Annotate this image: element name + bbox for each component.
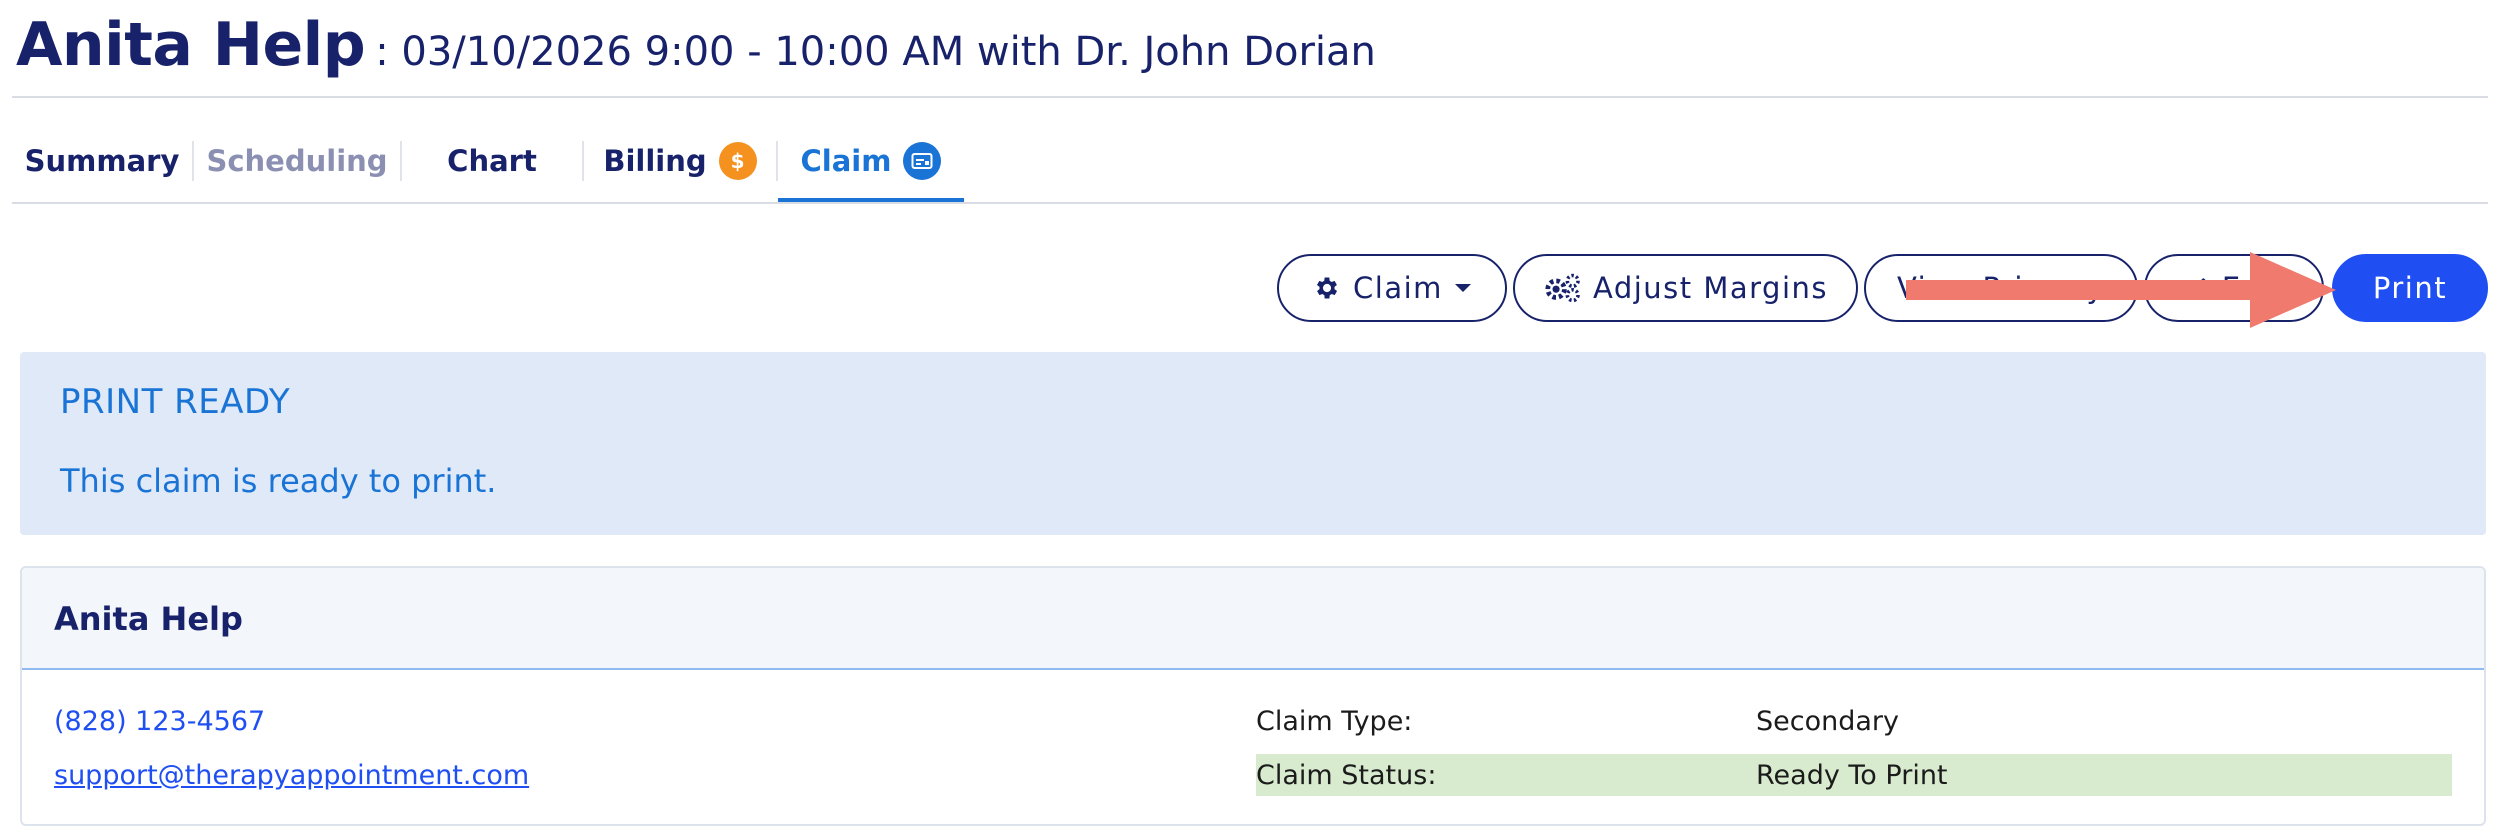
- patient-card-header: Anita Help: [22, 568, 2484, 670]
- page-header: Anita Help: 03/10/2026 9:00 - 10:00 AM w…: [16, 10, 1376, 80]
- claim-status-value: Ready To Print: [1756, 760, 1948, 791]
- appointment-info: : 03/10/2026 9:00 - 10:00 AM with Dr. Jo…: [375, 29, 1376, 75]
- tab-summary-label: Summary: [24, 144, 180, 178]
- patient-phone-link[interactable]: (828) 123-4567: [54, 706, 265, 737]
- tab-scheduling-label: Scheduling: [206, 144, 388, 178]
- print-button[interactable]: Print: [2332, 254, 2488, 322]
- tab-chart[interactable]: Chart: [402, 120, 582, 202]
- tab-claim-label: Claim: [800, 144, 892, 178]
- tabs-divider: [12, 202, 2488, 204]
- print-ready-alert: PRINT READY This claim is ready to print…: [20, 352, 2486, 535]
- claim-card-icon: [903, 142, 942, 180]
- gear-icon: [1317, 277, 1338, 299]
- tab-scheduling[interactable]: Scheduling: [194, 120, 400, 202]
- adjust-margins-label: Adjust Margins: [1592, 271, 1829, 305]
- tab-bar: Summary Scheduling Chart Billing $ Claim: [12, 120, 964, 202]
- patient-card-title: Anita Help: [54, 600, 243, 638]
- view-primary-label: View Primary: [1896, 271, 2106, 305]
- tab-billing-label: Billing: [603, 144, 707, 178]
- patient-card: Anita Help (828) 123-4567 support@therap…: [20, 566, 2486, 826]
- claim-type-row: Claim Type: Secondary: [1256, 700, 2452, 742]
- tab-summary[interactable]: Summary: [12, 120, 192, 202]
- claim-status-label: Claim Status:: [1256, 760, 1437, 791]
- gears-icon: [1545, 273, 1580, 303]
- chevron-down-icon: [1454, 284, 1471, 292]
- alert-title: PRINT READY: [60, 382, 291, 422]
- patient-email-link[interactable]: support@therapyappointment.com: [54, 760, 529, 791]
- print-label: Print: [2372, 271, 2448, 305]
- adjust-margins-button[interactable]: Adjust Margins: [1513, 254, 1858, 322]
- header-divider: [12, 96, 2488, 98]
- claim-status-row: Claim Status: Ready To Print: [1256, 754, 2452, 796]
- claim-menu-button[interactable]: Claim: [1277, 254, 1507, 322]
- claim-type-value: Secondary: [1756, 706, 1899, 737]
- tab-billing[interactable]: Billing $: [584, 120, 776, 202]
- tab-claim[interactable]: Claim: [778, 120, 964, 202]
- view-primary-button[interactable]: View Primary: [1864, 254, 2138, 322]
- tab-chart-label: Chart: [447, 144, 537, 178]
- patient-name: Anita Help: [16, 10, 366, 80]
- edit-label: Edit: [2221, 271, 2285, 305]
- claim-menu-label: Claim: [1353, 271, 1443, 305]
- dollar-icon: $: [718, 142, 757, 180]
- edit-button[interactable]: Edit: [2144, 254, 2324, 322]
- alert-message: This claim is ready to print.: [60, 462, 497, 500]
- claim-type-label: Claim Type:: [1256, 706, 1413, 737]
- pencil-icon: [2187, 278, 2207, 298]
